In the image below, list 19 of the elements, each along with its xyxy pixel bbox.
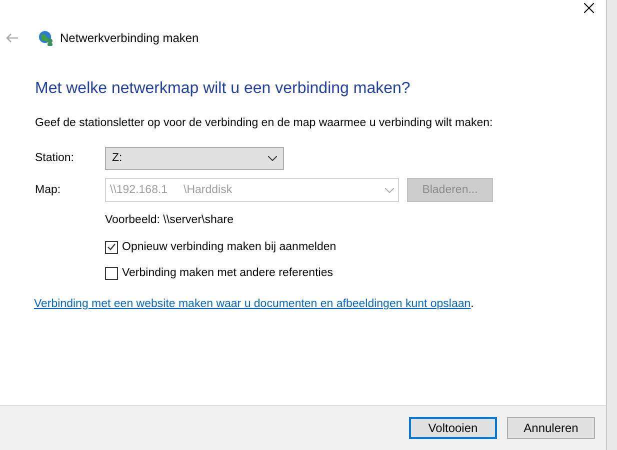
example-text: Voorbeeld: \\server\share <box>105 213 234 228</box>
station-label: Station: <box>35 151 75 166</box>
chevron-icon <box>385 188 394 193</box>
map-label: Map: <box>35 182 62 198</box>
dialog-heading: Met welke netwerkmap wilt u een verbinding maken? <box>35 79 412 99</box>
checkbox[interactable] <box>105 240 118 254</box>
network-globe-icon <box>38 30 54 46</box>
checkbox-option[interactable]: Opnieuw verbinding maken bij aanmelden <box>105 238 590 256</box>
checkbox[interactable] <box>105 266 118 280</box>
dialog-button[interactable]: Voltooien <box>409 417 497 439</box>
link-period: . <box>470 298 474 310</box>
dialog-button[interactable]: Annuleren <box>507 417 595 439</box>
close-icon[interactable] <box>584 3 594 13</box>
window-title: Netwerkverbinding maken <box>60 30 199 47</box>
station-dropdown[interactable]: Z: <box>105 147 284 170</box>
checkbox-option[interactable]: Verbinding maken met andere referenties <box>105 264 590 282</box>
website-link[interactable]: Verbinding met een website maken waar u documenten en afbeeldingen kunt opslaan <box>34 298 471 310</box>
chevron-icon <box>268 156 277 162</box>
instruction-text: Geef de stationsletter op voor de verbinding en de map waarmee u verbinding wilt maken: <box>35 116 494 131</box>
